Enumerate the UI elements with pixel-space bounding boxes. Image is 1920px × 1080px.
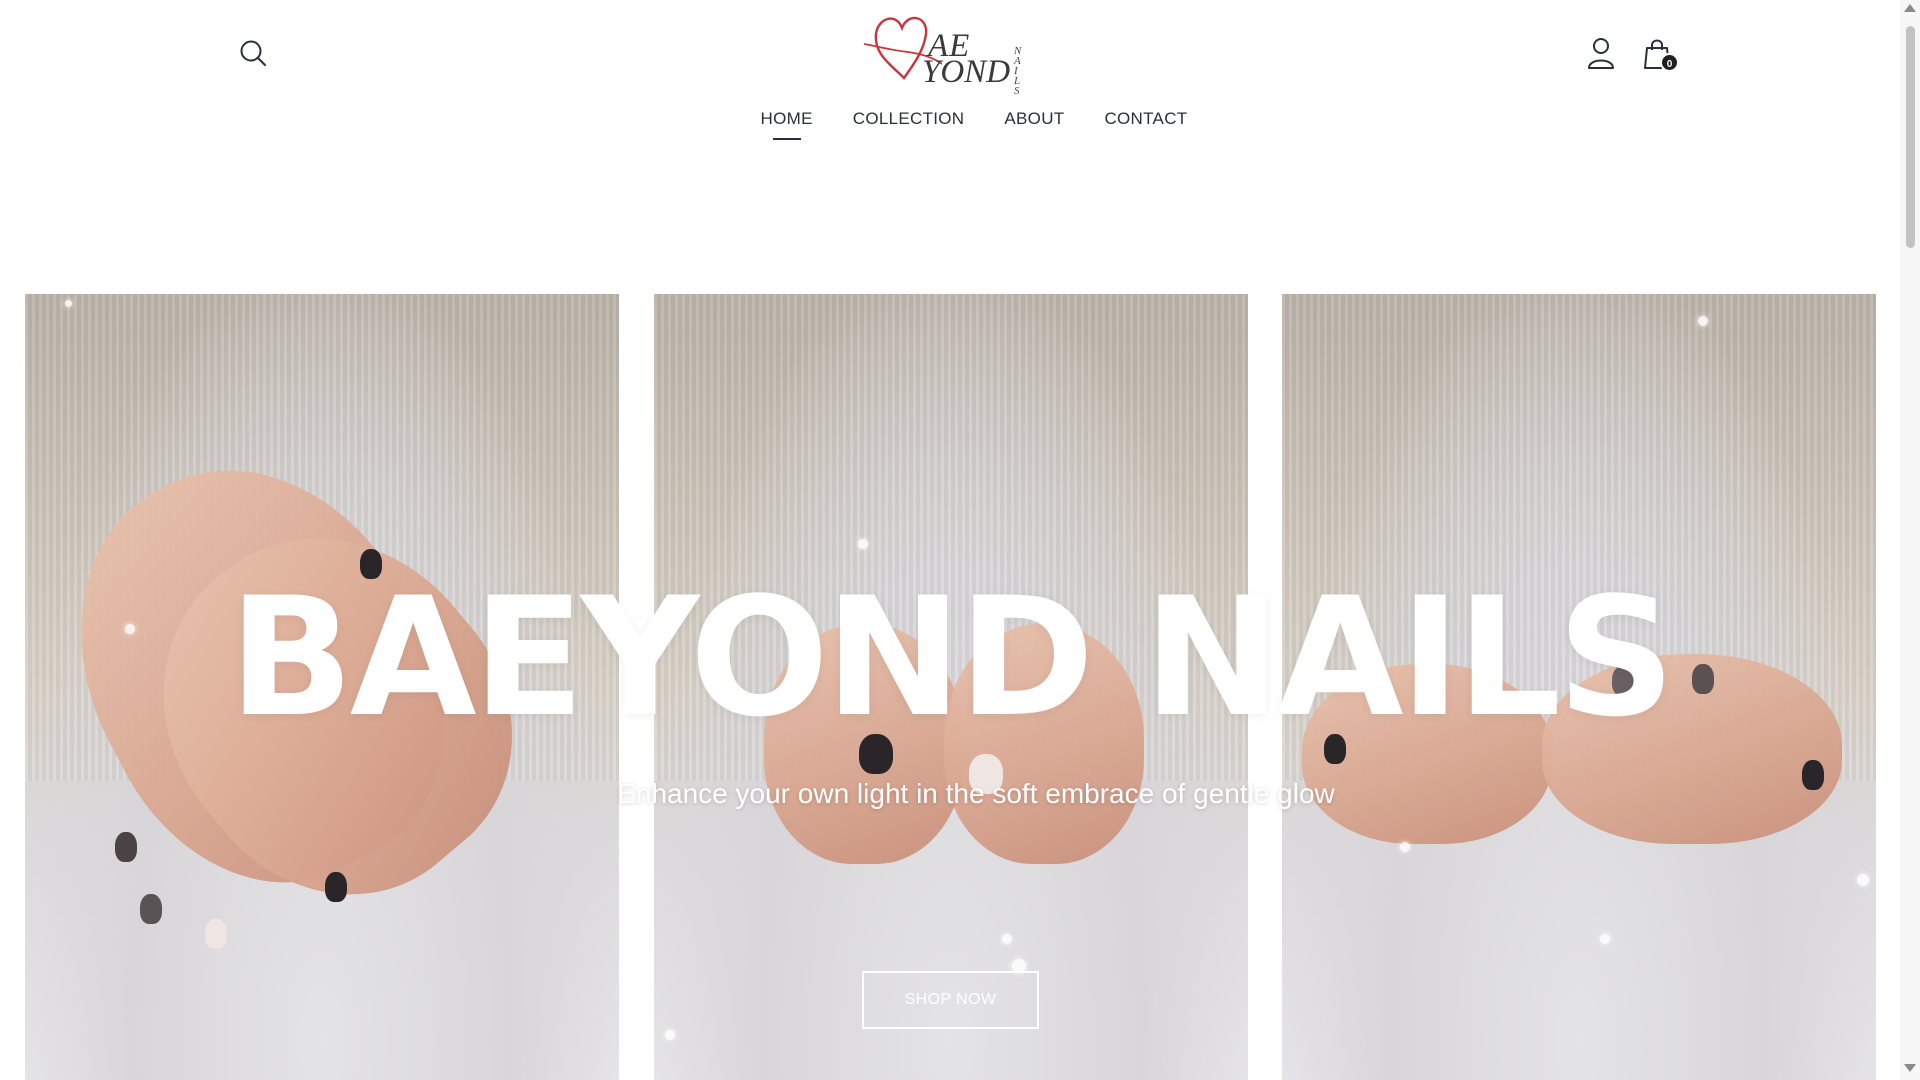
snow-particle xyxy=(1857,874,1869,886)
page-scrollbar[interactable] xyxy=(1900,0,1920,1080)
cart-button[interactable]: 0 xyxy=(1642,36,1679,74)
snow-particle xyxy=(665,1030,675,1040)
snow-particle xyxy=(1600,934,1610,944)
nail-mark xyxy=(205,919,227,949)
search-button[interactable] xyxy=(238,38,268,68)
logo-nails-letter: S xyxy=(1014,85,1020,97)
scroll-down-arrow-icon[interactable] xyxy=(1904,1064,1916,1072)
hero-section: BAEYOND NAILS Enhance your own light in … xyxy=(0,294,1900,1080)
nav-item-contact[interactable]: CONTACT xyxy=(1104,109,1187,137)
nav-item-home[interactable]: HOME xyxy=(761,109,813,137)
nail-mark xyxy=(140,894,162,924)
main-nav: HOME COLLECTION ABOUT CONTACT xyxy=(0,109,1910,137)
logo-text-yond: YOND xyxy=(922,54,1011,90)
site-header: AE YOND NAILS 0 HOME COLLECTION ABOUT CO… xyxy=(0,0,1900,160)
snow-particle xyxy=(858,539,868,549)
nav-item-about[interactable]: ABOUT xyxy=(1004,109,1064,137)
nav-item-collection[interactable]: COLLECTION xyxy=(853,109,965,137)
nail-mark xyxy=(325,872,347,902)
nail-mark xyxy=(115,832,137,862)
snow-particle xyxy=(65,300,72,307)
user-icon xyxy=(1588,38,1614,69)
scrollbar-thumb[interactable] xyxy=(1906,26,1915,248)
snow-particle xyxy=(1002,934,1012,944)
site-logo[interactable]: AE YOND NAILS xyxy=(862,6,1040,102)
logo-text-nails: NAILS xyxy=(1014,46,1032,97)
search-icon xyxy=(240,40,266,66)
scroll-up-arrow-icon[interactable] xyxy=(1904,4,1916,12)
hero-title: BAEYOND NAILS xyxy=(228,562,1676,753)
shop-now-button[interactable]: SHOP NOW xyxy=(862,971,1039,1029)
snow-particle xyxy=(1698,316,1708,326)
logo-nails-letters: NAILS xyxy=(1014,46,1032,97)
hero-subtitle: Enhance your own light in the soft embra… xyxy=(617,778,1335,809)
cart-count-badge: 0 xyxy=(1660,53,1679,72)
snow-particle xyxy=(1400,842,1410,852)
account-button[interactable] xyxy=(1586,36,1616,70)
